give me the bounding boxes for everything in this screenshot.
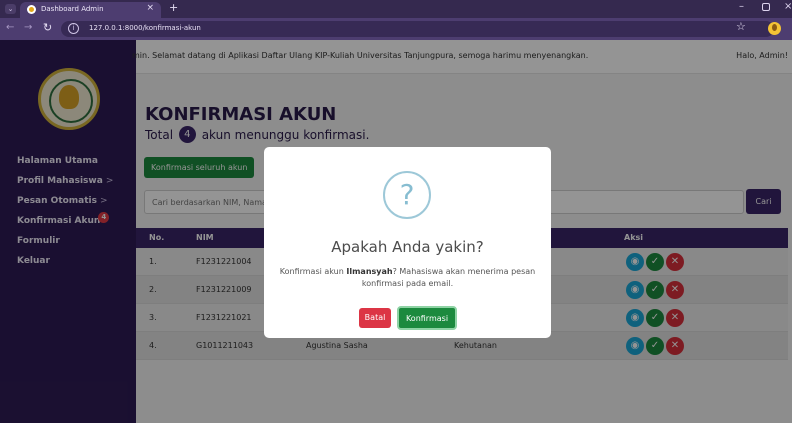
window-minimize-button[interactable]: – — [739, 1, 744, 12]
favicon-icon — [27, 5, 36, 14]
browser-toolbar: ← → ↻ i 127.0.0.1:8000/konfirmasi-akun ☆ — [0, 18, 792, 40]
window-maximize-button[interactable] — [762, 3, 770, 11]
profile-avatar-icon[interactable] — [768, 22, 781, 35]
back-arrow-icon[interactable]: ← — [6, 22, 14, 33]
dialog-message-prefix: Konfirmasi akun — [279, 267, 347, 276]
new-tab-button[interactable]: + — [169, 1, 178, 14]
tab-search-icon[interactable]: ⌄ — [5, 4, 16, 14]
cancel-button[interactable]: Batal — [359, 308, 391, 328]
reload-icon[interactable]: ↻ — [43, 21, 52, 34]
dialog-title: Apakah Anda yakin? — [331, 238, 484, 256]
web-page: Halaman Utama Profil Mahasiswa > Pesan Ot… — [0, 40, 792, 423]
site-info-icon[interactable]: i — [68, 23, 79, 34]
browser-tab-bar: ⌄ Dashboard Admin × + – × — [0, 0, 792, 18]
confirmation-dialog: ? Apakah Anda yakin? Konfirmasi akun Ilm… — [264, 147, 551, 338]
confirm-button[interactable]: Konfirmasi — [397, 306, 457, 330]
tab-title: Dashboard Admin — [41, 5, 104, 13]
window-close-button[interactable]: × — [784, 1, 792, 12]
dialog-student-name: Ilmansyah — [346, 267, 393, 276]
forward-arrow-icon[interactable]: → — [24, 22, 32, 33]
address-url[interactable]: 127.0.0.1:8000/konfirmasi-akun — [89, 24, 201, 32]
bookmark-star-icon[interactable]: ☆ — [736, 20, 746, 33]
dialog-message: Konfirmasi akun Ilmansyah? Mahasiswa aka… — [264, 266, 551, 290]
tab-close-icon[interactable]: × — [146, 3, 154, 13]
address-bar[interactable]: i 127.0.0.1:8000/konfirmasi-akun — [61, 21, 774, 37]
question-icon: ? — [383, 171, 431, 219]
browser-tab[interactable]: Dashboard Admin × — [20, 2, 161, 18]
